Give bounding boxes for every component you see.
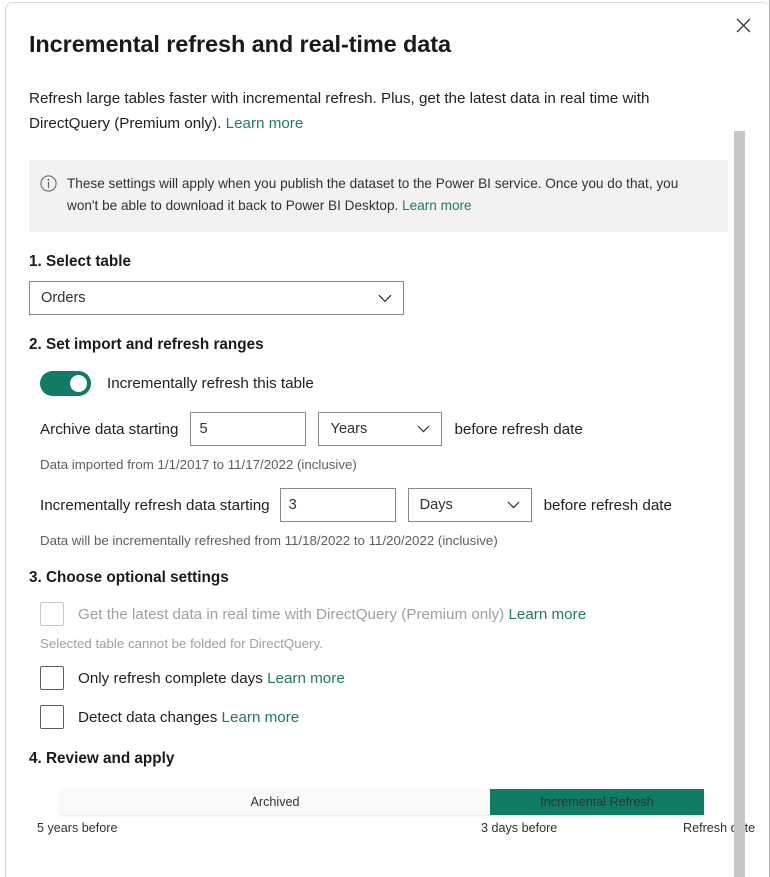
chevron-down-icon (378, 294, 403, 303)
review-timeline: Archived Incremental Refresh 5 years bef… (29, 789, 704, 841)
infobar-learn-more-link[interactable]: Learn more (402, 198, 472, 213)
step3-heading: 3. Choose optional settings (29, 569, 735, 587)
intro-learn-more-link[interactable]: Learn more (226, 115, 304, 132)
dialog-scrollbar[interactable] (734, 131, 745, 877)
only-refresh-complete-days-checkbox[interactable] (40, 666, 64, 690)
incremental-range-row: Incrementally refresh data starting Days… (29, 488, 735, 522)
step2-heading: 2. Set import and refresh ranges (29, 336, 735, 354)
timeline-axis-labels: 5 years before 3 days before Refresh dat… (29, 821, 735, 841)
dialog-content: Incremental refresh and real-time data R… (29, 3, 735, 841)
archive-unit-value: Years (319, 421, 417, 437)
incremental-range-label: Incrementally refresh data starting (40, 497, 270, 514)
complete-days-label-text: Only refresh complete days (78, 670, 267, 687)
detect-data-changes-checkbox[interactable] (40, 705, 64, 729)
dialog-intro: Refresh large tables faster with increme… (29, 86, 715, 136)
option-detect-changes-row[interactable]: Detect data changes Learn more (29, 705, 735, 729)
timeline-label-mid: 3 days before (481, 821, 557, 835)
info-message-text: These settings will apply when you publi… (67, 173, 728, 217)
select-table-dropdown[interactable]: Orders (29, 281, 404, 315)
incremental-refresh-toggle-label: Incrementally refresh this table (107, 375, 314, 392)
page-title: Incremental refresh and real-time data (29, 29, 735, 59)
timeline-archived-segment: Archived (60, 789, 490, 815)
archive-range-hint: Data imported from 1/1/2017 to 11/17/202… (29, 457, 735, 472)
info-icon (29, 173, 67, 192)
close-icon (736, 18, 751, 33)
directquery-note: Selected table cannot be folded for Dire… (29, 636, 735, 651)
detect-changes-label-text: Detect data changes (78, 709, 222, 726)
timeline-bar: Archived Incremental Refresh (60, 789, 704, 815)
directquery-checkbox (40, 602, 64, 626)
info-message-bar: These settings will apply when you publi… (29, 160, 728, 232)
incremental-refresh-dialog: Incremental refresh and real-time data R… (5, 2, 770, 877)
archive-unit-dropdown[interactable]: Years (318, 412, 442, 446)
timeline-label-left: 5 years before (37, 821, 118, 835)
incremental-range-hint: Data will be incrementally refreshed fro… (29, 533, 735, 548)
select-table-value: Orders (30, 290, 378, 306)
incremental-range-suffix: before refresh date (544, 497, 672, 514)
archive-range-row: Archive data starting Years before refre… (29, 412, 735, 446)
incremental-unit-dropdown[interactable]: Days (408, 488, 532, 522)
toggle-knob (70, 375, 87, 392)
dialog-intro-text: Refresh large tables faster with increme… (29, 90, 649, 132)
info-message-body: These settings will apply when you publi… (67, 176, 678, 213)
detect-data-changes-label: Detect data changes Learn more (78, 709, 299, 726)
step1-heading: 1. Select table (29, 253, 735, 271)
archive-range-label: Archive data starting (40, 421, 178, 438)
dialog-scrollbar-thumb[interactable] (734, 131, 745, 877)
option-directquery-row: Get the latest data in real time with Di… (29, 602, 735, 626)
detect-changes-learn-more-link[interactable]: Learn more (222, 709, 300, 726)
archive-amount-input[interactable] (190, 412, 306, 446)
incremental-refresh-toggle[interactable] (40, 371, 91, 396)
step4-heading: 4. Review and apply (29, 750, 735, 768)
only-refresh-complete-days-label: Only refresh complete days Learn more (78, 670, 345, 687)
chevron-down-icon (417, 425, 441, 433)
complete-days-learn-more-link[interactable]: Learn more (267, 670, 345, 687)
directquery-checkbox-label: Get the latest data in real time with Di… (78, 606, 586, 623)
incremental-unit-value: Days (409, 497, 507, 513)
incremental-refresh-toggle-row[interactable]: Incrementally refresh this table (29, 371, 735, 396)
directquery-label-text: Get the latest data in real time with Di… (78, 606, 508, 623)
chevron-down-icon (507, 501, 531, 509)
archive-range-suffix: before refresh date (454, 421, 582, 438)
option-complete-days-row[interactable]: Only refresh complete days Learn more (29, 666, 735, 690)
directquery-learn-more-link[interactable]: Learn more (508, 606, 586, 623)
incremental-amount-input[interactable] (280, 488, 396, 522)
timeline-incremental-segment: Incremental Refresh (490, 789, 704, 815)
